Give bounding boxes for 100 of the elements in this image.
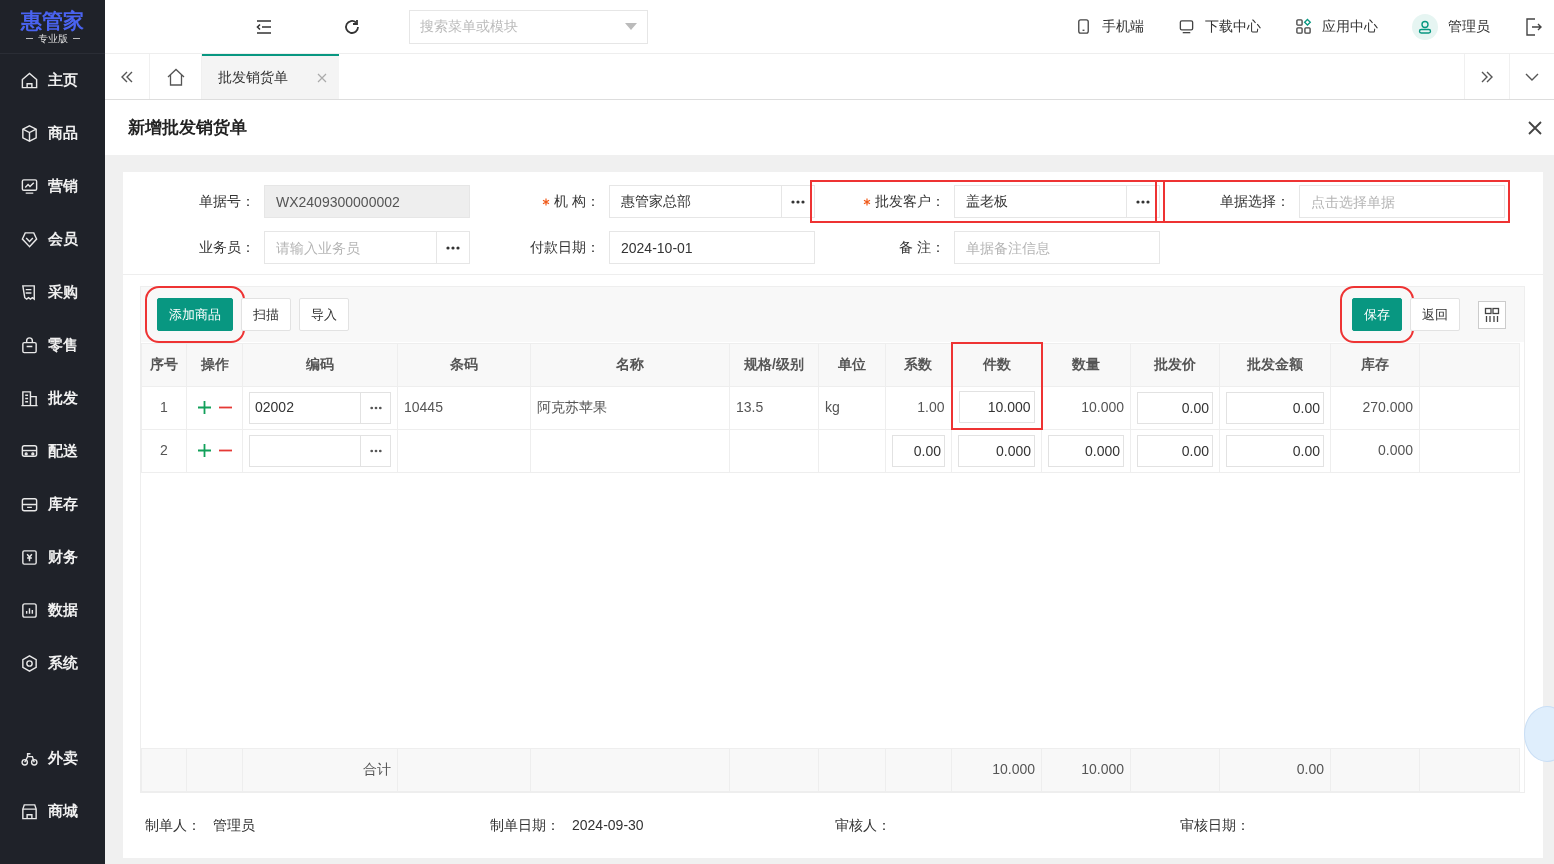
input-field[interactable]: 单据备注信息 xyxy=(955,232,1159,263)
home-icon xyxy=(165,67,186,86)
number-input[interactable]: 0.000 xyxy=(1048,434,1124,467)
more-icon xyxy=(791,199,805,204)
table-cell: 13.5 xyxy=(729,386,819,429)
number-input[interactable]: 0.00 xyxy=(1137,391,1213,424)
field-label: 业务员： xyxy=(199,238,255,257)
header-link[interactable]: 下载中心 xyxy=(1178,16,1261,37)
sidebar-item[interactable]: 零售 xyxy=(0,319,105,372)
sidebar-item[interactable]: 会员 xyxy=(0,213,105,266)
input-field[interactable]: 点击选择单据 xyxy=(1300,186,1504,217)
column-header: 操作 xyxy=(186,343,243,386)
header-link[interactable]: 手机端 xyxy=(1075,16,1144,37)
table-cell: 10445 xyxy=(397,386,531,429)
tray-icon xyxy=(20,495,39,514)
column-settings-icon[interactable] xyxy=(1478,300,1506,329)
header-link[interactable]: 应用中心 xyxy=(1295,16,1378,37)
table-cell: kg xyxy=(818,386,886,429)
sidebar-item[interactable]: 批发 xyxy=(0,372,105,425)
monitor-icon xyxy=(1178,18,1195,35)
lookup-field[interactable]: 盖老板 xyxy=(954,185,1160,218)
table-cell: 0.000 xyxy=(1330,429,1420,472)
column-header: 系数 xyxy=(885,343,952,386)
sidebar-item[interactable]: 营销 xyxy=(0,160,105,213)
column-header: 名称 xyxy=(530,343,730,386)
required-asterisk-icon xyxy=(542,197,551,206)
building-icon xyxy=(20,389,39,408)
sidebar-item[interactable]: 商品 xyxy=(0,107,105,160)
toolbar-button[interactable]: 扫描 xyxy=(241,298,291,331)
lookup-field[interactable]: 惠管家总部 xyxy=(609,185,815,218)
number-input[interactable]: 0.00 xyxy=(892,434,945,467)
store-icon xyxy=(20,802,39,821)
lookup-field[interactable] xyxy=(249,434,391,467)
field-label: 机 构： xyxy=(554,192,600,211)
column-header: 批发价 xyxy=(1130,343,1220,386)
sidebar-item[interactable]: 主页 xyxy=(0,54,105,107)
home-icon xyxy=(20,71,39,90)
footer-label: 审核人： xyxy=(835,815,891,835)
sidebar-item[interactable]: 系统 xyxy=(0,637,105,690)
field-label: 单据选择： xyxy=(1220,192,1290,211)
edition-label: 专业版 xyxy=(37,33,68,44)
number-input[interactable]: 0.00 xyxy=(1226,391,1324,424)
number-input[interactable]: 10.000 xyxy=(958,391,1035,424)
bar-chart-icon xyxy=(20,601,39,620)
double-chevron-left-icon xyxy=(120,70,134,83)
column-header: 规格/级别 xyxy=(729,343,819,386)
footer-label: 审核日期： xyxy=(1180,815,1250,835)
sidebar-item[interactable]: 采购 xyxy=(0,266,105,319)
toolbar-button[interactable]: 导入 xyxy=(299,298,349,331)
footer-value: 管理员 xyxy=(213,815,255,835)
close-icon[interactable] xyxy=(1528,120,1542,135)
add-row-icon[interactable] xyxy=(197,401,211,414)
input-field[interactable]: 请输入业务员 xyxy=(265,232,436,263)
input-field[interactable]: 2024-10-01 xyxy=(610,232,814,263)
page-title: 新增批发销货单 xyxy=(128,116,247,139)
more-icon xyxy=(369,405,382,410)
bag-icon xyxy=(20,336,39,355)
yen-icon xyxy=(20,548,39,567)
logout-icon[interactable] xyxy=(1524,16,1542,37)
sidebar-item[interactable]: 外卖 xyxy=(0,732,105,785)
number-input[interactable]: 0.00 xyxy=(1137,434,1213,467)
close-icon xyxy=(317,72,327,83)
input-field[interactable]: 盖老板 xyxy=(955,186,1126,217)
menu-fold-icon[interactable] xyxy=(255,17,273,36)
primary-button[interactable]: 保存 xyxy=(1352,298,1402,331)
column-header: 批发金额 xyxy=(1219,343,1331,386)
toolbar-button[interactable]: 返回 xyxy=(1410,298,1460,331)
field-label: 备 注： xyxy=(899,238,945,257)
column-header: 编码 xyxy=(242,343,398,386)
table-cell: 1 xyxy=(141,386,187,429)
more-icon xyxy=(1136,199,1150,204)
lookup-field[interactable]: 请输入业务员 xyxy=(264,231,470,264)
field-label: 批发客户： xyxy=(875,192,945,211)
sidebar-item[interactable]: 数据 xyxy=(0,584,105,637)
table-cell: 10.000 xyxy=(1041,386,1131,429)
sidebar-item[interactable]: 库存 xyxy=(0,478,105,531)
table-cell: 270.000 xyxy=(1330,386,1420,429)
footer-value: 2024-09-30 xyxy=(572,815,644,835)
column-header: 条码 xyxy=(397,343,531,386)
page-tab[interactable]: 批发销货单 xyxy=(202,54,339,99)
number-input[interactable]: 0.00 xyxy=(1226,434,1324,467)
primary-button[interactable]: 添加商品 xyxy=(157,298,233,331)
sidebar-item[interactable]: 财务 xyxy=(0,531,105,584)
footer-label: 制单日期： xyxy=(490,815,560,835)
column-header: 库存 xyxy=(1330,343,1420,386)
input-field[interactable]: 惠管家总部 xyxy=(610,186,781,217)
refresh-icon[interactable] xyxy=(343,17,361,36)
user-menu[interactable]: 管理员 xyxy=(1412,13,1490,40)
sidebar-item[interactable]: 商城 xyxy=(0,785,105,838)
more-icon xyxy=(446,245,460,250)
add-row-icon[interactable] xyxy=(197,444,211,457)
table-cell: 阿克苏苹果 xyxy=(530,386,730,429)
sidebar-item[interactable]: 配送 xyxy=(0,425,105,478)
avatar-icon xyxy=(1412,13,1438,40)
lookup-field[interactable]: 02002 xyxy=(249,391,391,424)
apps-icon xyxy=(1295,18,1312,35)
field-label: 付款日期： xyxy=(530,238,600,257)
column-header: 单位 xyxy=(818,343,886,386)
double-chevron-right-icon xyxy=(1480,70,1494,83)
number-input[interactable]: 0.000 xyxy=(958,434,1035,467)
